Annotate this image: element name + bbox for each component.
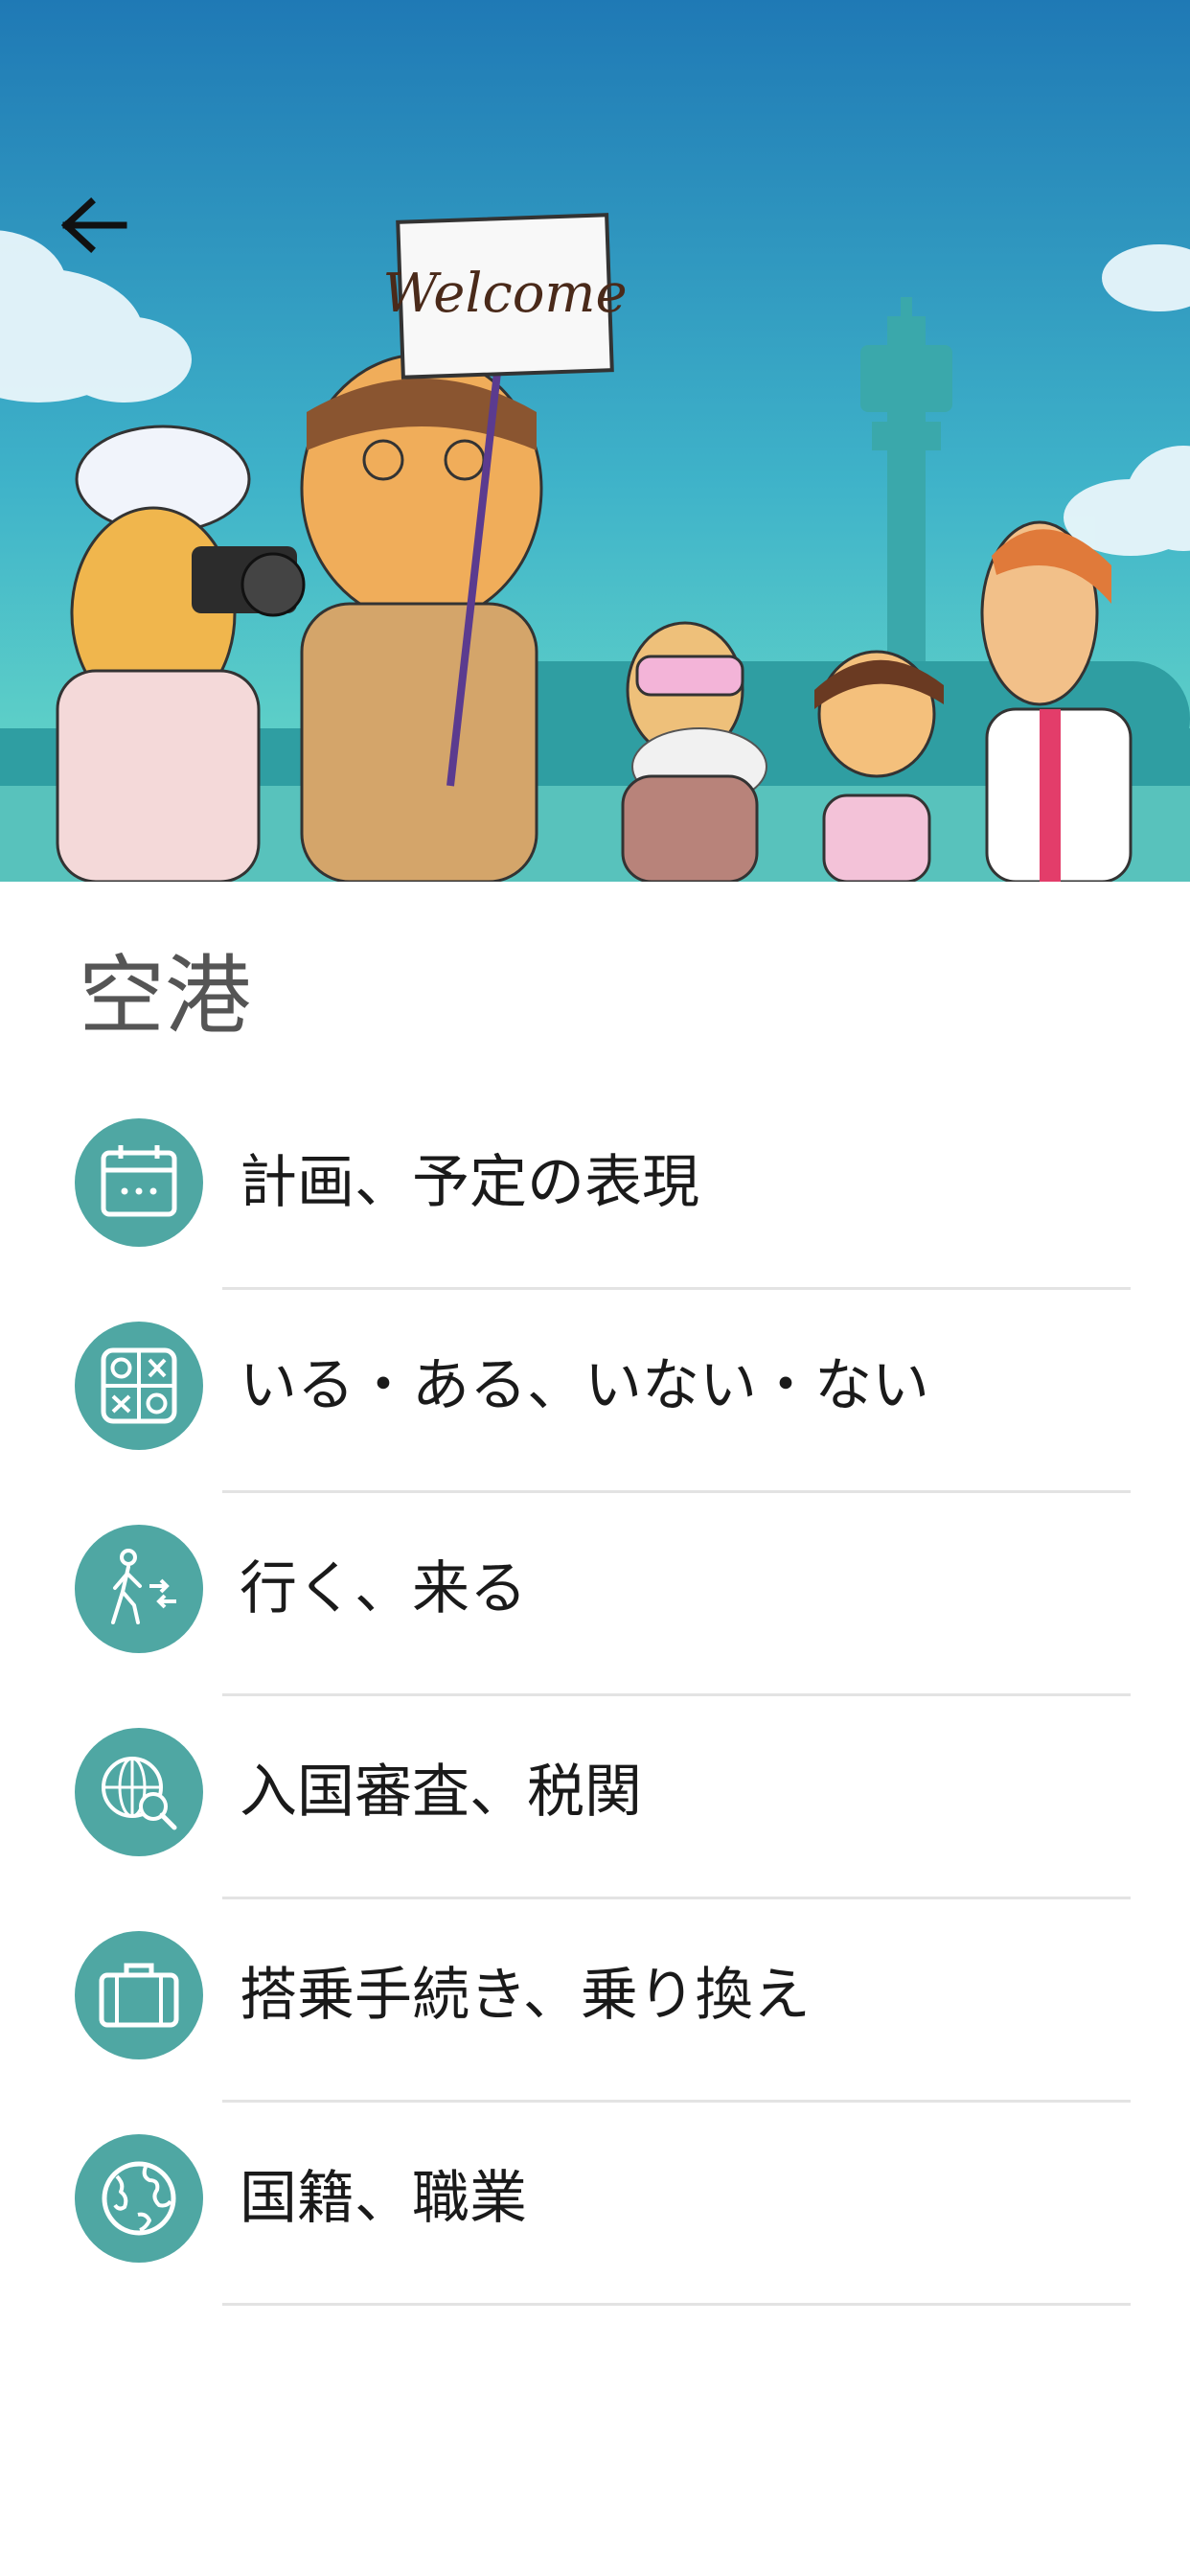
topic-item-immigration[interactable]: 入国審査、税関	[0, 1696, 1190, 1899]
topic-item-boarding[interactable]: 搭乗手続き、乗り換え	[0, 1899, 1190, 2103]
banner-sign-text: Welcome	[382, 263, 627, 325]
topic-item-existence[interactable]: いる・ある、いない・ない	[0, 1290, 1190, 1493]
topic-item-plans[interactable]: 計画、予定の表現	[0, 1087, 1190, 1290]
topic-item-go-come[interactable]: 行く、来る	[0, 1493, 1190, 1696]
grid-shapes-icon	[75, 1322, 203, 1450]
topic-label: 行く、来る	[240, 1555, 527, 1622]
walking-person-icon	[75, 1525, 203, 1653]
hero-illustration: Welcome	[0, 0, 1190, 882]
globe-icon	[75, 2134, 203, 2263]
topic-label: 計画、予定の表現	[240, 1149, 699, 1216]
divider	[222, 2303, 1131, 2306]
arrow-left-icon	[61, 197, 127, 253]
topic-label: いる・ある、いない・ない	[240, 1352, 929, 1419]
globe-search-icon	[75, 1728, 203, 1856]
back-button[interactable]	[46, 177, 142, 273]
calendar-icon	[75, 1118, 203, 1247]
topic-label: 入国審査、税関	[240, 1759, 642, 1826]
topic-list: 計画、予定の表現 いる・ある、いない・ない 行く、来る 入国審査、税関 搭乗手続…	[0, 1087, 1190, 2306]
briefcase-icon	[75, 1931, 203, 2059]
topic-label: 搭乗手続き、乗り換え	[240, 1962, 811, 2029]
topic-label: 国籍、職業	[240, 2165, 527, 2232]
topic-item-nationality[interactable]: 国籍、職業	[0, 2103, 1190, 2306]
page-title: 空港	[79, 946, 251, 1046]
